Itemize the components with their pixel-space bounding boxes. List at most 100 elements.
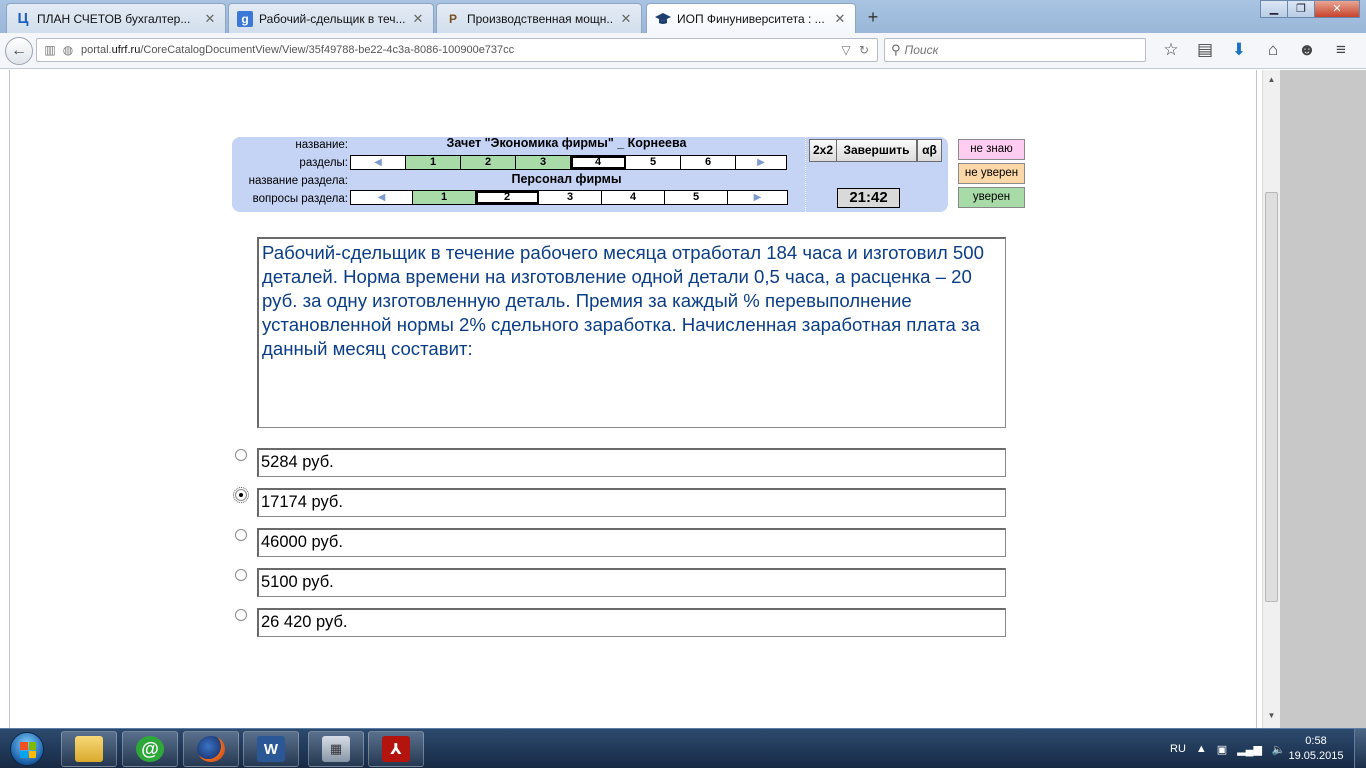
questions-next-icon[interactable]: ▶ (728, 191, 787, 204)
section-cell-4[interactable]: 4 (571, 156, 626, 169)
browser-tab-label: Рабочий-сдельщик в теч... (259, 11, 405, 26)
taskbar-firefox[interactable] (183, 731, 239, 767)
windows-logo-icon (10, 732, 44, 766)
dont-know-button[interactable]: не знаю (958, 139, 1025, 160)
answer-radio-1[interactable] (235, 449, 247, 461)
tray-device-icon[interactable]: ▣ (1217, 743, 1227, 756)
search-bar[interactable]: ⚲ (884, 38, 1146, 62)
language-indicator[interactable]: RU (1170, 743, 1186, 755)
questions-nav: ◀ 1 2 3 4 5 ▶ (350, 190, 788, 205)
question-cell-4[interactable]: 4 (602, 191, 665, 204)
browser-tab-1[interactable]: Ц ПЛАН СЧЕТОВ бухгалтер... ✕ (6, 3, 226, 33)
home-icon[interactable]: ⌂ (1256, 40, 1290, 60)
show-desktop-button[interactable] (1354, 729, 1366, 768)
grid-2x2-button[interactable]: 2x2 (809, 139, 837, 162)
address-bar[interactable]: ▥ ◍ portal.ufrf.ru/CoreCatalogDocumentVi… (36, 38, 878, 62)
back-arrow-icon[interactable]: ← (5, 37, 33, 65)
sections-prev-icon[interactable]: ◀ (351, 156, 406, 169)
window-close-icon[interactable]: ✕ (1314, 0, 1360, 18)
bookmark-star-icon[interactable]: ☆ (1154, 40, 1188, 60)
question-cell-5[interactable]: 5 (665, 191, 728, 204)
folder-icon (75, 736, 103, 762)
sections-next-icon[interactable]: ▶ (736, 156, 786, 169)
url-text[interactable]: portal.ufrf.ru/CoreCatalogDocumentView/V… (77, 44, 837, 56)
taskbar-pdf-reader[interactable]: ⅄ (368, 731, 424, 767)
scroll-down-icon[interactable]: ▼ (1263, 708, 1280, 724)
answer-option-5[interactable]: 26 420 руб. (257, 608, 1006, 637)
answer-option-2[interactable]: 17174 руб. (257, 488, 1006, 517)
tab-close-icon[interactable]: ✕ (203, 11, 217, 27)
firefox-icon (197, 736, 225, 762)
tab-favicon-icon: Ц (17, 10, 29, 27)
start-button[interactable] (2, 730, 52, 768)
answer-radio-3[interactable] (235, 529, 247, 541)
not-sure-button[interactable]: не уверен (958, 163, 1025, 184)
label-section-name: название раздела: (248, 175, 348, 187)
answer-radio-4[interactable] (235, 569, 247, 581)
toolbar-icons: ☆ ▤ ⬇ ⌂ ☻ ≡ (1154, 40, 1358, 60)
answer-radio-2[interactable] (233, 487, 249, 503)
smiley-icon[interactable]: ☻ (1290, 40, 1324, 60)
questions-prev-icon[interactable]: ◀ (351, 191, 413, 204)
search-input[interactable] (904, 43, 1125, 57)
page-gutter (1280, 70, 1366, 728)
section-cell-1[interactable]: 1 (406, 156, 461, 169)
browser-tab-4[interactable]: ИОП Финуниверситета : ... ✕ (646, 3, 856, 33)
question-cell-3[interactable]: 3 (539, 191, 602, 204)
taskbar-explorer[interactable] (61, 731, 117, 767)
browser-tab-3[interactable]: P Производственная мощн... ✕ (436, 3, 642, 33)
answer-radio-5[interactable] (235, 609, 247, 621)
globe-icon: ◍ (62, 43, 74, 57)
clock-time: 0:58 (1305, 735, 1327, 747)
answer-option-3[interactable]: 46000 руб. (257, 528, 1006, 557)
tray-expand-icon[interactable]: ▲ (1196, 743, 1207, 755)
question-cell-1[interactable]: 1 (413, 191, 476, 204)
section-cell-5[interactable]: 5 (626, 156, 681, 169)
answer-option-4[interactable]: 5100 руб. (257, 568, 1006, 597)
alpha-beta-button[interactable]: αβ (917, 139, 942, 162)
browser-tab-strip: Ц ПЛАН СЧЕТОВ бухгалтер... ✕ g Рабочий-с… (0, 0, 1366, 33)
tab-close-icon[interactable]: ✕ (619, 11, 633, 27)
browser-tab-label: ПЛАН СЧЕТОВ бухгалтер... (37, 11, 191, 26)
scroll-thumb[interactable] (1265, 192, 1278, 602)
reading-list-icon[interactable]: ▤ (1188, 40, 1222, 60)
reload-icon[interactable]: ↻ (855, 43, 873, 57)
document-favicon-icon: P (448, 11, 457, 26)
minimize-icon[interactable]: ▁ (1260, 0, 1288, 18)
system-tray: RU ▲ ▣ ▂▄▆ 🔈 (1170, 729, 1296, 768)
answer-option-1[interactable]: 5284 руб. (257, 448, 1006, 477)
taskbar-mail-agent[interactable]: @ (122, 731, 178, 767)
download-icon[interactable]: ⬇ (1222, 40, 1256, 60)
browser-tab-2[interactable]: g Рабочий-сдельщик в теч... ✕ (228, 3, 434, 33)
taskbar-clock[interactable]: 0:58 19.05.2015 (1284, 734, 1348, 764)
search-icon: ⚲ (891, 42, 901, 57)
frame-border-left (9, 70, 10, 728)
taskbar-calculator[interactable]: ▦ (308, 731, 364, 767)
tab-close-icon[interactable]: ✕ (833, 11, 847, 27)
section-cell-3[interactable]: 3 (516, 156, 571, 169)
dropdown-arrow-icon[interactable]: ▽ (837, 43, 855, 57)
sidebar-icon[interactable]: ▥ (41, 43, 59, 57)
network-signal-icon[interactable]: ▂▄▆ (1237, 743, 1262, 756)
maximize-icon[interactable]: ❐ (1287, 0, 1315, 18)
window-controls: ▁ ❐ ✕ (1260, 0, 1360, 20)
vertical-scrollbar[interactable]: ▲ ▼ (1262, 70, 1280, 728)
scroll-up-icon[interactable]: ▲ (1263, 72, 1280, 88)
browser-tab-label: ИОП Финуниверситета : ... (677, 11, 825, 26)
browser-toolbar: ← ▥ ◍ portal.ufrf.ru/CoreCatalogDocument… (0, 33, 1366, 69)
new-tab-icon[interactable]: + (862, 6, 884, 28)
finish-button[interactable]: Завершить (836, 139, 917, 162)
menu-icon[interactable]: ≡ (1324, 40, 1358, 60)
section-cell-2[interactable]: 2 (461, 156, 516, 169)
countdown-timer: 21:42 (837, 188, 900, 208)
taskbar-word[interactable]: W (243, 731, 299, 767)
sure-button[interactable]: уверен (958, 187, 1025, 208)
question-cell-2[interactable]: 2 (476, 191, 539, 204)
section-title: Персонал фирмы (511, 172, 622, 186)
section-cell-6[interactable]: 6 (681, 156, 736, 169)
at-sign-icon: @ (136, 736, 164, 762)
pdf-icon: ⅄ (382, 736, 410, 762)
sections-nav: ◀ 1 2 3 4 5 6 ▶ (350, 155, 787, 170)
tab-close-icon[interactable]: ✕ (411, 11, 425, 27)
clock-date: 19.05.2015 (1288, 750, 1344, 762)
